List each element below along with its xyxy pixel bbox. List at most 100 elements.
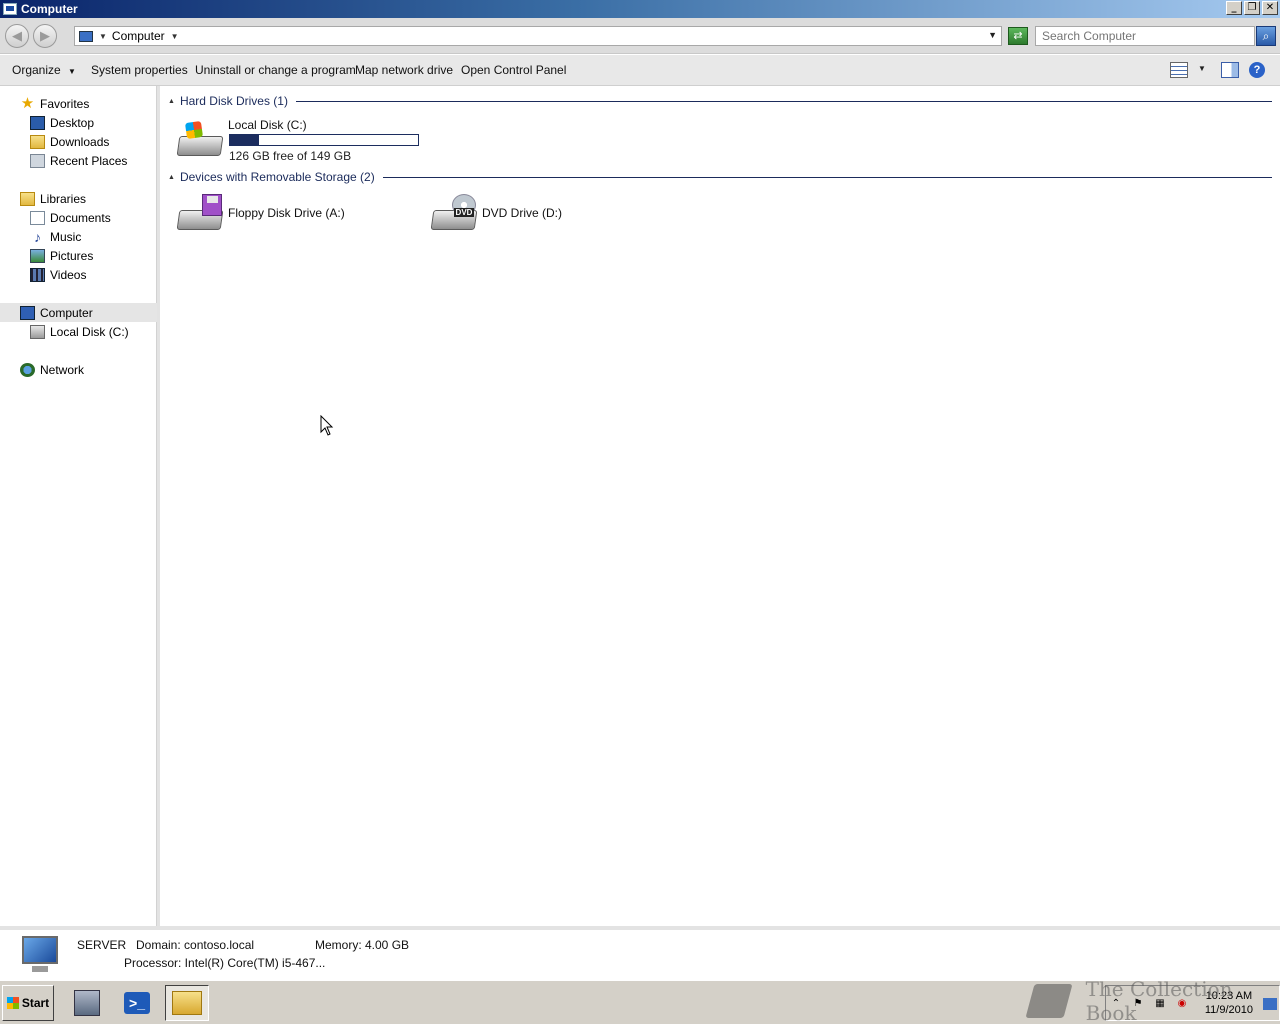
desktop-icon — [30, 115, 45, 130]
computer-monitor-icon — [18, 936, 62, 976]
documents-icon — [30, 210, 45, 225]
dvd-badge: DVD — [453, 208, 475, 217]
map-network-drive-button[interactable]: Map network drive — [355, 63, 453, 77]
folder-icon — [172, 991, 202, 1015]
nav-label: Recent Places — [50, 153, 128, 168]
nav-pictures[interactable]: Pictures — [30, 246, 93, 265]
nav-local-disk[interactable]: Local Disk (C:) — [30, 322, 129, 341]
watermark: The Collection Book — [1025, 977, 1260, 1024]
maximize-button[interactable]: ❐ — [1244, 1, 1260, 15]
minimize-button[interactable]: _ — [1226, 1, 1242, 15]
computer-icon — [79, 30, 93, 42]
drive-name: Local Disk (C:) — [228, 118, 307, 132]
drive-item-floppy[interactable]: Floppy Disk Drive (A:) — [176, 192, 345, 234]
computer-name: SERVER — [77, 938, 127, 952]
address-bar[interactable]: ▼ Computer ▼ ▼ — [74, 26, 1002, 46]
nav-libraries[interactable]: Libraries — [20, 189, 86, 208]
computer-icon — [20, 305, 35, 320]
recent-places-icon — [30, 153, 45, 168]
computer-icon — [3, 3, 17, 15]
nav-downloads[interactable]: Downloads — [30, 132, 109, 151]
chevron-down-icon: ▼ — [68, 67, 76, 76]
start-label: Start — [21, 996, 50, 1010]
computer-memory: Memory: 4.00 GB — [315, 938, 410, 952]
windows-logo-icon — [184, 120, 204, 140]
forward-button[interactable]: ▶ — [33, 24, 57, 48]
nav-videos[interactable]: Videos — [30, 265, 86, 284]
nav-label: Local Disk (C:) — [50, 324, 129, 339]
libraries-icon — [20, 191, 35, 206]
nav-label: Computer — [40, 305, 93, 320]
nav-network[interactable]: Network — [20, 360, 84, 379]
nav-label: Desktop — [50, 115, 95, 130]
nav-computer[interactable]: Computer — [0, 303, 157, 322]
organize-button[interactable]: Organize ▼ — [12, 63, 76, 77]
start-button[interactable]: Start — [2, 985, 54, 1021]
nav-label: Network — [40, 362, 85, 377]
show-desktop-icon[interactable] — [1263, 998, 1277, 1010]
close-button[interactable]: ✕ — [1262, 1, 1278, 15]
floppy-drive-icon — [176, 192, 224, 234]
nav-recent-places[interactable]: Recent Places — [30, 151, 127, 170]
collapse-icon[interactable]: ▲ — [168, 174, 175, 181]
hard-disk-icon — [30, 324, 45, 339]
videos-icon — [30, 267, 45, 282]
watermark-text: The Collection Book — [1085, 977, 1233, 1024]
preview-pane-icon[interactable] — [1221, 62, 1239, 78]
nav-label: Downloads — [50, 134, 110, 149]
computer-domain: Domain: contoso.local — [136, 938, 255, 952]
search-input[interactable] — [1035, 26, 1255, 46]
server-manager-icon — [74, 990, 100, 1016]
pictures-icon — [30, 248, 45, 263]
uninstall-program-button[interactable]: Uninstall or change a program — [195, 63, 356, 77]
system-properties-button[interactable]: System properties — [91, 63, 188, 77]
open-control-panel-button[interactable]: Open Control Panel — [461, 63, 566, 77]
drive-item-local-disk[interactable]: Local Disk (C:) 126 GB free of 149 GB — [176, 118, 419, 163]
drive-free-space: 126 GB free of 149 GB — [229, 149, 352, 163]
title-bar: Computer _ ❐ ✕ — [0, 0, 1280, 18]
refresh-button[interactable]: ⇄ — [1008, 27, 1028, 45]
group-header-removable-storage[interactable]: ▲ Devices with Removable Storage (2) — [168, 170, 1272, 184]
collapse-icon[interactable]: ▲ — [168, 98, 175, 105]
nav-favorites[interactable]: ★ Favorites — [20, 94, 90, 113]
taskbar-server-manager[interactable] — [65, 985, 109, 1021]
group-divider — [382, 176, 1272, 178]
nav-documents[interactable]: Documents — [30, 208, 111, 227]
disk-usage-bar — [229, 134, 419, 146]
drive-name: DVD Drive (D:) — [482, 206, 562, 220]
back-button[interactable]: ◀ — [5, 24, 29, 48]
hard-disk-icon — [176, 118, 224, 160]
music-icon: ♪ — [34, 228, 41, 245]
window-title: Computer — [21, 2, 78, 16]
windows-logo-icon — [6, 997, 19, 1009]
nav-label: Videos — [50, 267, 87, 282]
nav-music[interactable]: ♪ Music — [30, 227, 81, 246]
group-title: Hard Disk Drives (1) — [179, 94, 288, 108]
details-pane: SERVER Domain: contoso.local Memory: 4.0… — [0, 926, 1280, 980]
chevron-down-icon[interactable]: ▼ — [171, 32, 179, 41]
drive-item-dvd[interactable]: DVD DVD Drive (D:) — [430, 192, 562, 234]
window-controls: _ ❐ ✕ — [1226, 1, 1278, 15]
group-title: Devices with Removable Storage (2) — [179, 170, 375, 184]
disk-usage-fill — [230, 135, 259, 145]
chevron-down-icon[interactable]: ▼ — [99, 32, 107, 41]
dvd-drive-icon: DVD — [430, 192, 478, 234]
nav-label: Documents — [50, 210, 111, 225]
group-divider — [295, 100, 1272, 102]
command-bar: Organize ▼ System properties Uninstall o… — [0, 55, 1280, 86]
change-view-icon[interactable] — [1170, 62, 1188, 78]
address-path[interactable]: Computer — [112, 29, 165, 43]
address-row: ◀ ▶ ▼ Computer ▼ ▼ ⇄ ⌕ — [0, 18, 1280, 54]
navigation-pane: ★ Favorites Desktop Downloads Recent Plac… — [0, 86, 157, 926]
address-history-dropdown-icon[interactable]: ▼ — [988, 30, 997, 40]
network-icon — [20, 362, 35, 377]
taskbar-windows-explorer[interactable] — [165, 985, 209, 1021]
chevron-down-icon[interactable]: ▼ — [1198, 64, 1206, 73]
nav-label: Libraries — [40, 191, 87, 206]
group-header-hard-disk-drives[interactable]: ▲ Hard Disk Drives (1) — [168, 94, 1272, 108]
search-icon[interactable]: ⌕ — [1256, 26, 1276, 46]
help-icon[interactable]: ? — [1249, 62, 1265, 78]
taskbar-powershell[interactable]: >_ — [115, 985, 159, 1021]
downloads-folder-icon — [30, 134, 45, 149]
nav-desktop[interactable]: Desktop — [30, 113, 94, 132]
